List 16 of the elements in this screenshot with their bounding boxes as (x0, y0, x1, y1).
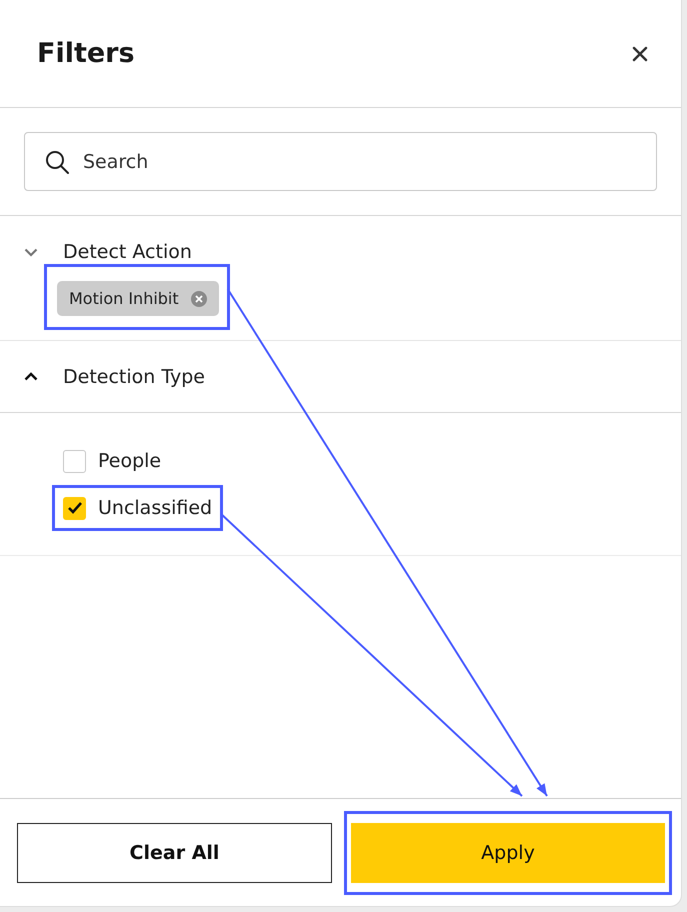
filter-chip[interactable]: Motion Inhibit (57, 281, 219, 316)
option-label[interactable]: Unclassified (98, 497, 212, 519)
checkbox[interactable] (63, 450, 86, 472)
remove-icon[interactable] (190, 290, 207, 306)
section-title[interactable]: Detection Type (63, 366, 205, 388)
clear-button[interactable]: Clear All (17, 822, 332, 882)
checkbox[interactable] (63, 496, 86, 520)
search-field[interactable]: Search (24, 132, 657, 191)
option-label[interactable]: People (98, 450, 162, 472)
chevron-up-icon[interactable] (24, 372, 38, 381)
panel-title: Filters (37, 38, 135, 69)
check-icon (66, 500, 82, 516)
apply-button[interactable]: Apply (351, 822, 665, 882)
section-title[interactable]: Detect Action (63, 241, 192, 263)
close-icon[interactable] (632, 46, 648, 62)
chevron-down-icon[interactable] (24, 248, 38, 256)
